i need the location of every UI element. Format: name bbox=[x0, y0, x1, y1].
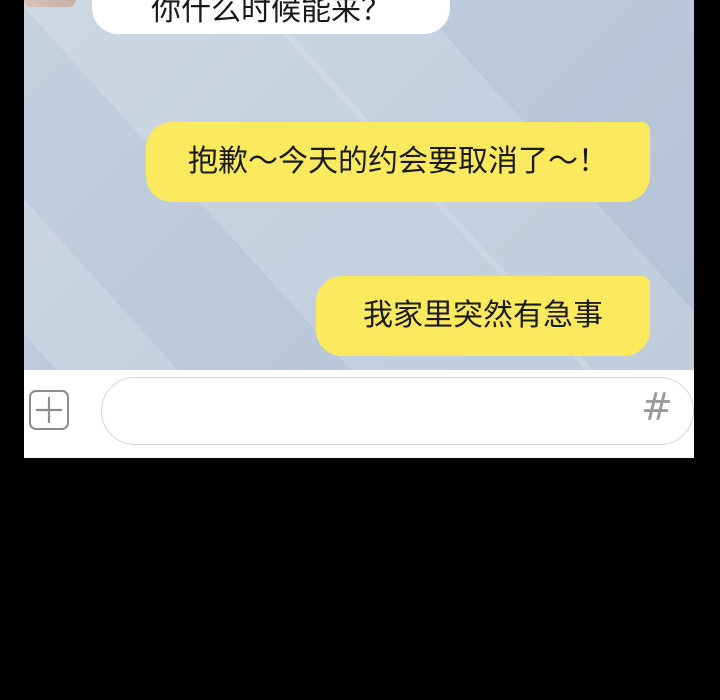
contact-avatar[interactable] bbox=[24, 0, 76, 7]
message-bubble-sent: 我家里突然有急事 bbox=[316, 276, 650, 356]
message-input[interactable] bbox=[101, 377, 694, 445]
plus-glyph bbox=[35, 396, 63, 424]
message-text: 你什么时候能来？ bbox=[151, 0, 391, 28]
message-bubble-sent: 抱歉～今天的约会要取消了～！ bbox=[146, 122, 650, 202]
input-bar: # bbox=[24, 370, 694, 458]
plus-square-icon[interactable] bbox=[29, 390, 69, 430]
hash-icon[interactable]: # bbox=[641, 388, 673, 426]
message-text: 抱歉～今天的约会要取消了～！ bbox=[188, 144, 608, 179]
message-bubble-received: 你什么时候能来？ bbox=[92, 0, 450, 34]
message-list[interactable]: 你什么时候能来？ 抱歉～今天的约会要取消了～！ 我家里突然有急事 bbox=[24, 0, 694, 370]
chat-window: 你什么时候能来？ 抱歉～今天的约会要取消了～！ 我家里突然有急事 # bbox=[24, 0, 694, 458]
message-text: 我家里突然有急事 bbox=[363, 298, 603, 333]
